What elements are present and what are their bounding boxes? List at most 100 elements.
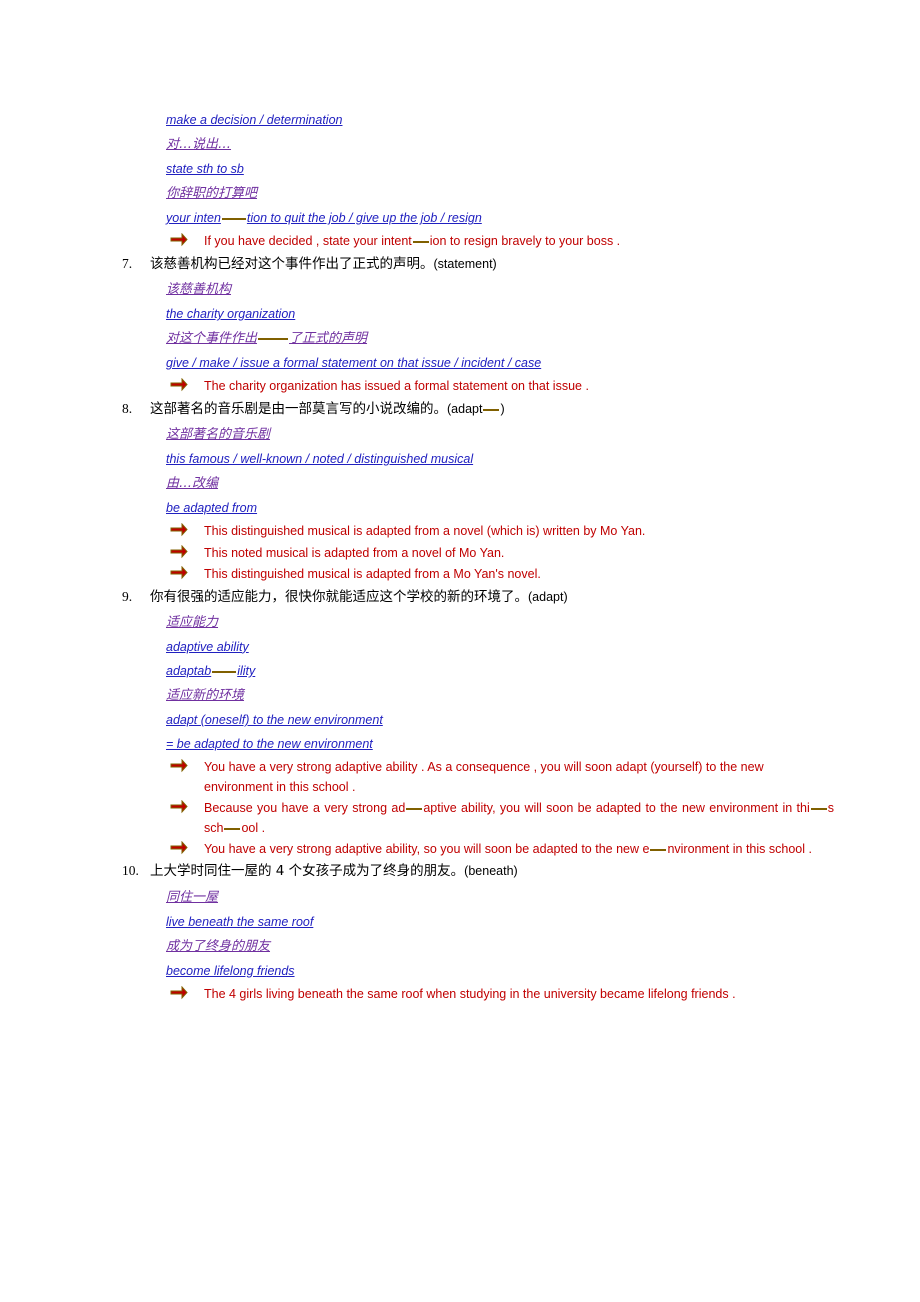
answer-text: aptive ability, you will soon be adapted… [423, 801, 810, 816]
note-line: = be adapted to the new environment [166, 732, 820, 756]
note-line: be adapted from [166, 496, 820, 520]
answer-text: This noted musical is adapted from a nov… [204, 545, 505, 560]
list-item: 8. 这部著名的音乐剧是由一部莫言写的小说改编的。 (adapt) 这部著名的音… [120, 399, 820, 585]
answer-line: You have a very strong adaptive ability … [166, 758, 834, 797]
item-number: 10. [122, 863, 139, 879]
item-chinese-sentence: 这部著名的音乐剧是由一部莫言写的小说改编的。 [150, 400, 447, 417]
answer-line: This noted musical is adapted from a nov… [166, 544, 820, 563]
answer-text: This distinguished musical is adapted fr… [204, 524, 646, 539]
item-hint: (statement) [433, 256, 497, 271]
correction-mark-icon [224, 827, 241, 830]
note-line: 对…说出… [166, 132, 820, 157]
note-line: state sth to sb [166, 157, 820, 181]
note-text: the charity organization [166, 307, 296, 322]
correction-mark-icon [810, 808, 827, 811]
note-text: 对…说出… [166, 137, 232, 153]
note-line: become lifelong friends [166, 959, 820, 983]
answer-text: You have a very strong adaptive ability,… [204, 841, 650, 856]
correction-mark-icon [483, 408, 500, 411]
note-line: give / make / issue a formal statement o… [166, 351, 820, 375]
document-content: make a decision / determination 对…说出… st… [120, 108, 834, 1006]
answer-line: This distinguished musical is adapted fr… [166, 522, 820, 541]
arrow-bullet-icon [170, 759, 188, 773]
note-line: your inten tion to quit the job / give up… [166, 206, 820, 230]
note-text: your inten [166, 211, 221, 226]
item-chinese-sentence: 该慈善机构已经对这个事件作出了正式的声明。 [150, 255, 434, 272]
note-line: this famous / well-known / noted / disti… [166, 447, 820, 471]
item-hint: (beneath) [464, 864, 518, 879]
correction-mark-icon [412, 241, 429, 244]
note-text: live beneath the same roof [166, 914, 314, 929]
note-line: 该慈善机构 [166, 277, 820, 302]
note-line: live beneath the same roof [166, 910, 820, 934]
note-text: give / make / issue a formal statement o… [166, 356, 542, 371]
correction-mark-icon [212, 670, 237, 673]
answer-text: The charity organization has issued a fo… [204, 379, 589, 394]
note-text: 同住一屋 [166, 889, 219, 905]
correction-mark-icon [406, 808, 423, 811]
note-text: state sth to sb [166, 162, 244, 177]
note-text: make a decision / determination [166, 113, 343, 127]
note-text: 成为了终身的朋友 [166, 938, 271, 954]
note-line: make a decision / determination [166, 108, 820, 132]
item-heading: 7. 该慈善机构已经对这个事件作出了正式的声明。 (statement) [120, 254, 820, 274]
answer-text: You have a very strong adaptive ability … [204, 760, 764, 794]
answer-text: nvironment in this school . [667, 841, 812, 856]
answer-line: This distinguished musical is adapted fr… [166, 565, 820, 584]
note-text: 你辞职的打算吧 [166, 186, 258, 202]
correction-mark-icon [650, 848, 667, 851]
item-number: 8. [122, 400, 133, 416]
list-item: make a decision / determination 对…说出… st… [120, 108, 820, 252]
note-line: adaptive ability [166, 635, 820, 659]
item-heading: 8. 这部著名的音乐剧是由一部莫言写的小说改编的。 (adapt) [120, 399, 820, 419]
note-line: adaptab ility [166, 659, 820, 683]
note-line: 由…改编 [166, 471, 820, 496]
arrow-bullet-icon [170, 840, 188, 855]
item-hint: (adapt) [528, 589, 568, 604]
note-text: = be adapted to the new environment [166, 737, 373, 752]
document-page: make a decision / determination 对…说出… st… [0, 0, 920, 1302]
note-line: 适应新的环境 [166, 683, 820, 708]
note-text: be adapted from [166, 501, 258, 516]
note-text: adaptab [166, 663, 212, 678]
note-text: 了正式的声明 [289, 331, 368, 347]
answer-line: You have a very strong adaptive ability,… [166, 840, 834, 859]
answer-text: ion to resign bravely to your boss . [429, 234, 621, 249]
item-hint-post: ) [500, 401, 505, 416]
arrow-bullet-icon [170, 544, 188, 559]
note-text: tion to quit the job / give up the job /… [246, 211, 482, 226]
arrow-bullet-icon [170, 799, 188, 814]
note-text: 这部著名的音乐剧 [166, 427, 271, 443]
answer-text: If you have decided , state your intent [204, 234, 412, 249]
item-chinese-sentence: 上大学时同住一屋的 4 个女孩子成为了终身的朋友。 [150, 863, 465, 880]
note-line: 这部著名的音乐剧 [166, 422, 820, 447]
note-text: 适应新的环境 [166, 688, 245, 704]
correction-mark-icon [221, 218, 246, 221]
arrow-bullet-icon [170, 378, 188, 392]
answer-line: Because you have a very strong ad aptive … [166, 799, 834, 838]
note-line: 你辞职的打算吧 [166, 181, 820, 206]
note-text: 该慈善机构 [166, 282, 232, 298]
item-heading: 9. 你有很强的适应能力，很快你就能适应这个学校的新的环境了。 (adapt) [120, 587, 820, 607]
note-line: the charity organization [166, 302, 820, 326]
list-item: 10. 上大学时同住一屋的 4 个女孩子成为了终身的朋友。 (beneath) … [120, 861, 820, 1004]
note-text: 适应能力 [166, 614, 219, 630]
arrow-bullet-icon [170, 985, 188, 1000]
arrow-bullet-icon [170, 233, 188, 247]
answer-text: The 4 girls living beneath the same roof… [204, 986, 736, 1001]
note-text: 对这个事件作出 [166, 331, 258, 347]
item-chinese-sentence: 你有很强的适应能力，很快你就能适应这个学校的新的环境了。 [150, 588, 528, 605]
note-line: 同住一屋 [166, 885, 820, 910]
note-line: adapt (oneself) to the new environment [166, 708, 820, 732]
answer-text: This distinguished musical is adapted fr… [204, 567, 541, 582]
item-hint-pre: (adapt [447, 401, 483, 416]
item-number: 9. [122, 588, 133, 604]
note-text: ility [237, 663, 256, 678]
note-text: this famous / well-known / noted / disti… [166, 452, 474, 467]
answer-line: If you have decided , state your intent i… [166, 232, 820, 251]
item-heading: 10. 上大学时同住一屋的 4 个女孩子成为了终身的朋友。 (beneath) [120, 861, 820, 881]
correction-mark-icon [258, 338, 289, 341]
note-line: 适应能力 [166, 610, 820, 635]
answer-line: The 4 girls living beneath the same roof… [166, 985, 820, 1004]
note-line: 对这个事件作出 了正式的声明 [166, 326, 820, 351]
